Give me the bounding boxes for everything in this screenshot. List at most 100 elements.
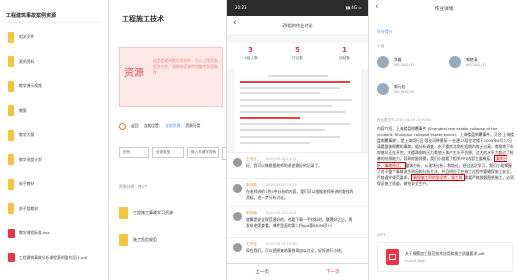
folder-icon — [8, 31, 14, 43]
document-icon — [8, 253, 15, 262]
submit-time: 作业提交于 2019-04-09 15:50:51 — [377, 118, 432, 122]
breadcrumb-all-resources[interactable]: 全部资源 — [165, 123, 180, 129]
prev-page-button[interactable]: 上一页 — [227, 264, 298, 280]
comment-author: 朱永娟 — [246, 183, 257, 187]
attachment-name: 关于钢筋加工规范技术应用和施工质量要求.pdf — [405, 251, 485, 256]
panel-resource-list: 工程建筑事故案例资源 相关文件案例资料教学演示视频 教案教学大纲教学进度计划电子教… — [0, 0, 108, 280]
member-id: 6612840135 — [466, 63, 487, 67]
avatar — [233, 243, 242, 252]
avatar — [377, 83, 389, 95]
folder-item[interactable]: 工程施工事故学习资源 — [119, 206, 173, 220]
scope-select[interactable]: 所有 — [119, 147, 149, 158]
stat-value: 1 — [342, 46, 347, 54]
score-note[interactable]: 作业得分 — [377, 29, 392, 35]
stats-row: 3 小组人数 5 讨论数 1 回帖数 — [227, 43, 368, 69]
folder-icon — [8, 129, 14, 141]
folder-item[interactable]: 教学演示视频 — [8, 79, 42, 93]
header: ‹ 作业详情 — [369, 0, 519, 18]
file-label: 教学课程标准.doc — [19, 230, 50, 235]
folder-item[interactable]: 相关文件 — [8, 30, 34, 44]
doc-line — [240, 142, 310, 144]
type-select[interactable]: 全部类型 — [152, 147, 184, 158]
banner-text: 这里是案例教学资源库，可以上传资源相关文件，请保持资源的完整性和准确性 — [153, 58, 218, 75]
back-icon[interactable] — [119, 122, 126, 130]
back-link[interactable]: 返回 — [131, 123, 139, 129]
stat-value: 5 — [295, 46, 300, 54]
folder-item[interactable]: 施工危险规范 — [119, 233, 157, 247]
doc-line — [240, 129, 325, 131]
comment-text: 现在我们，可以把原来的案例再加以讨论，好好进行小结。 — [246, 248, 345, 253]
panel-course-resources: 工程施工技术 资源 这里是案例教学资源库，可以上传资源相关文件，请保持资源的完整… — [109, 0, 226, 280]
file-item[interactable]: 工程建筑事故分析课程案例整合设计.pdf — [8, 251, 87, 265]
stat-discussions: 5 讨论数 — [274, 43, 321, 69]
comment-item[interactable]: 朱永娟 2019-03-03 14:23 在老师讲的1到5中分析的内容，我们可以根据… — [227, 178, 368, 207]
file-label: 教案 — [19, 107, 27, 113]
banner-mark: 资源 — [124, 68, 144, 79]
file-item[interactable]: 教学课程标准.doc — [8, 226, 50, 240]
avatar — [233, 212, 242, 221]
divider — [6, 22, 102, 23]
folder-icon — [8, 105, 14, 116]
comment-item[interactable]: 王子佳 2019-03-03 14:22 好，我可以做根据老师的讲述做好的记录了。 — [227, 152, 368, 179]
member-id: 6612840131 — [394, 63, 415, 67]
folder-icon — [119, 234, 128, 246]
content-highlight: 确保施工时的安全性，施工时 — [411, 173, 465, 181]
filter-bar: 所有 全部类型 输入关键字搜索 ⌕ — [119, 147, 226, 160]
folder-icon — [119, 207, 128, 219]
file-label: 电子版教材 — [19, 205, 38, 211]
comment-time: 2019-03-03 14:23 — [266, 183, 297, 187]
stat-members: 3 小组人数 — [227, 43, 274, 69]
doc-line — [240, 136, 340, 138]
comment-author: 王子佳 — [246, 242, 257, 246]
folder-label: 工程施工事故学习资源 — [133, 210, 173, 215]
file-label: 相关文件 — [19, 34, 35, 39]
file-label: 教学演示视频 — [19, 83, 42, 88]
folder-item[interactable]: 案例资料 — [8, 55, 34, 69]
folder-icon — [8, 56, 14, 67]
avatar — [449, 56, 461, 68]
document-preview[interactable] — [234, 69, 361, 152]
comment-item[interactable]: 朱永娟 2019-03-03 14:25 就算是安全规范很好的，也要下载一手材料的，… — [227, 206, 368, 238]
attachment-status: Invalid date — [405, 259, 425, 263]
file-label: 教学大纲 — [19, 132, 35, 137]
stat-value: 3 — [248, 46, 253, 54]
file-label: 教学进度计划 — [19, 156, 42, 162]
file-label: 案例资料 — [19, 58, 35, 64]
pdf-file-icon — [386, 249, 399, 265]
member-item: 郭晓清 6612840135 — [449, 54, 486, 70]
next-page-button[interactable]: 下一页 — [298, 264, 369, 280]
pager: 上一页 下一页 — [227, 263, 368, 280]
folder-item[interactable]: 电子教材 — [8, 177, 34, 191]
comment-author: 朱永娟 — [246, 211, 257, 215]
comment-text: 在老师讲的1到5中分析的内容，我们可以根据老师所讲的查找的资料，进一步分析讨论。 — [246, 189, 354, 200]
doc-line — [240, 99, 352, 101]
stat-label: 回帖数 — [339, 56, 350, 60]
page-title: 工程建筑事故案例资源 — [6, 13, 57, 19]
folder-label: 施工危险规范 — [133, 237, 157, 242]
breadcrumb-category[interactable]: 资源分类 — [185, 123, 200, 129]
course-title: 工程施工技术 — [122, 15, 164, 23]
comment-item[interactable]: 王子佳 2019-03-03 14:30 现在我们，可以把原来的案例再加以讨论，好好… — [227, 237, 368, 264]
folder-item[interactable]: 教案 — [8, 104, 27, 118]
assignment-content: 内容介绍：上海楼盘倒覆事件 (Shanghai real estate coll… — [377, 126, 514, 187]
signal-battery-icon: ▮▮ 4G ▭ — [345, 5, 362, 10]
keyword-search-input[interactable]: 输入关键字搜索 — [187, 147, 219, 158]
comment-text: 好，我可以做根据老师的讲述做好的记录了。 — [246, 163, 322, 168]
attachment-card[interactable]: 关于钢筋加工规范技术应用和施工质量要求.pdf Invalid date — [377, 242, 513, 272]
folder-item[interactable]: 教学大纲 — [8, 128, 34, 142]
doc-line — [240, 87, 340, 89]
status-bar: 20:23 ▮▮ 4G ▭ — [227, 0, 368, 16]
banner: 资源 这里是案例教学资源库，可以上传资源相关文件，请保持资源的完整性和准确性 — [119, 47, 223, 107]
folder-item[interactable]: 电子版教材 — [8, 202, 38, 216]
stat-replies: 1 回帖数 — [321, 43, 368, 69]
section-label: 资源分类 · 共2个 — [119, 184, 148, 189]
member-item: 郭元松 6612840130 — [377, 81, 414, 97]
doc-line — [240, 105, 332, 107]
folder-item[interactable]: 教学进度计划 — [8, 153, 42, 167]
member-id: 6612840130 — [394, 90, 415, 94]
comment-time: 2019-03-03 14:25 — [266, 211, 297, 215]
doc-line — [240, 123, 350, 125]
status-time: 20:23 — [235, 5, 247, 10]
document-icon — [8, 228, 15, 238]
file-label: 工程建筑事故分析课程案例整合设计.pdf — [19, 254, 88, 260]
